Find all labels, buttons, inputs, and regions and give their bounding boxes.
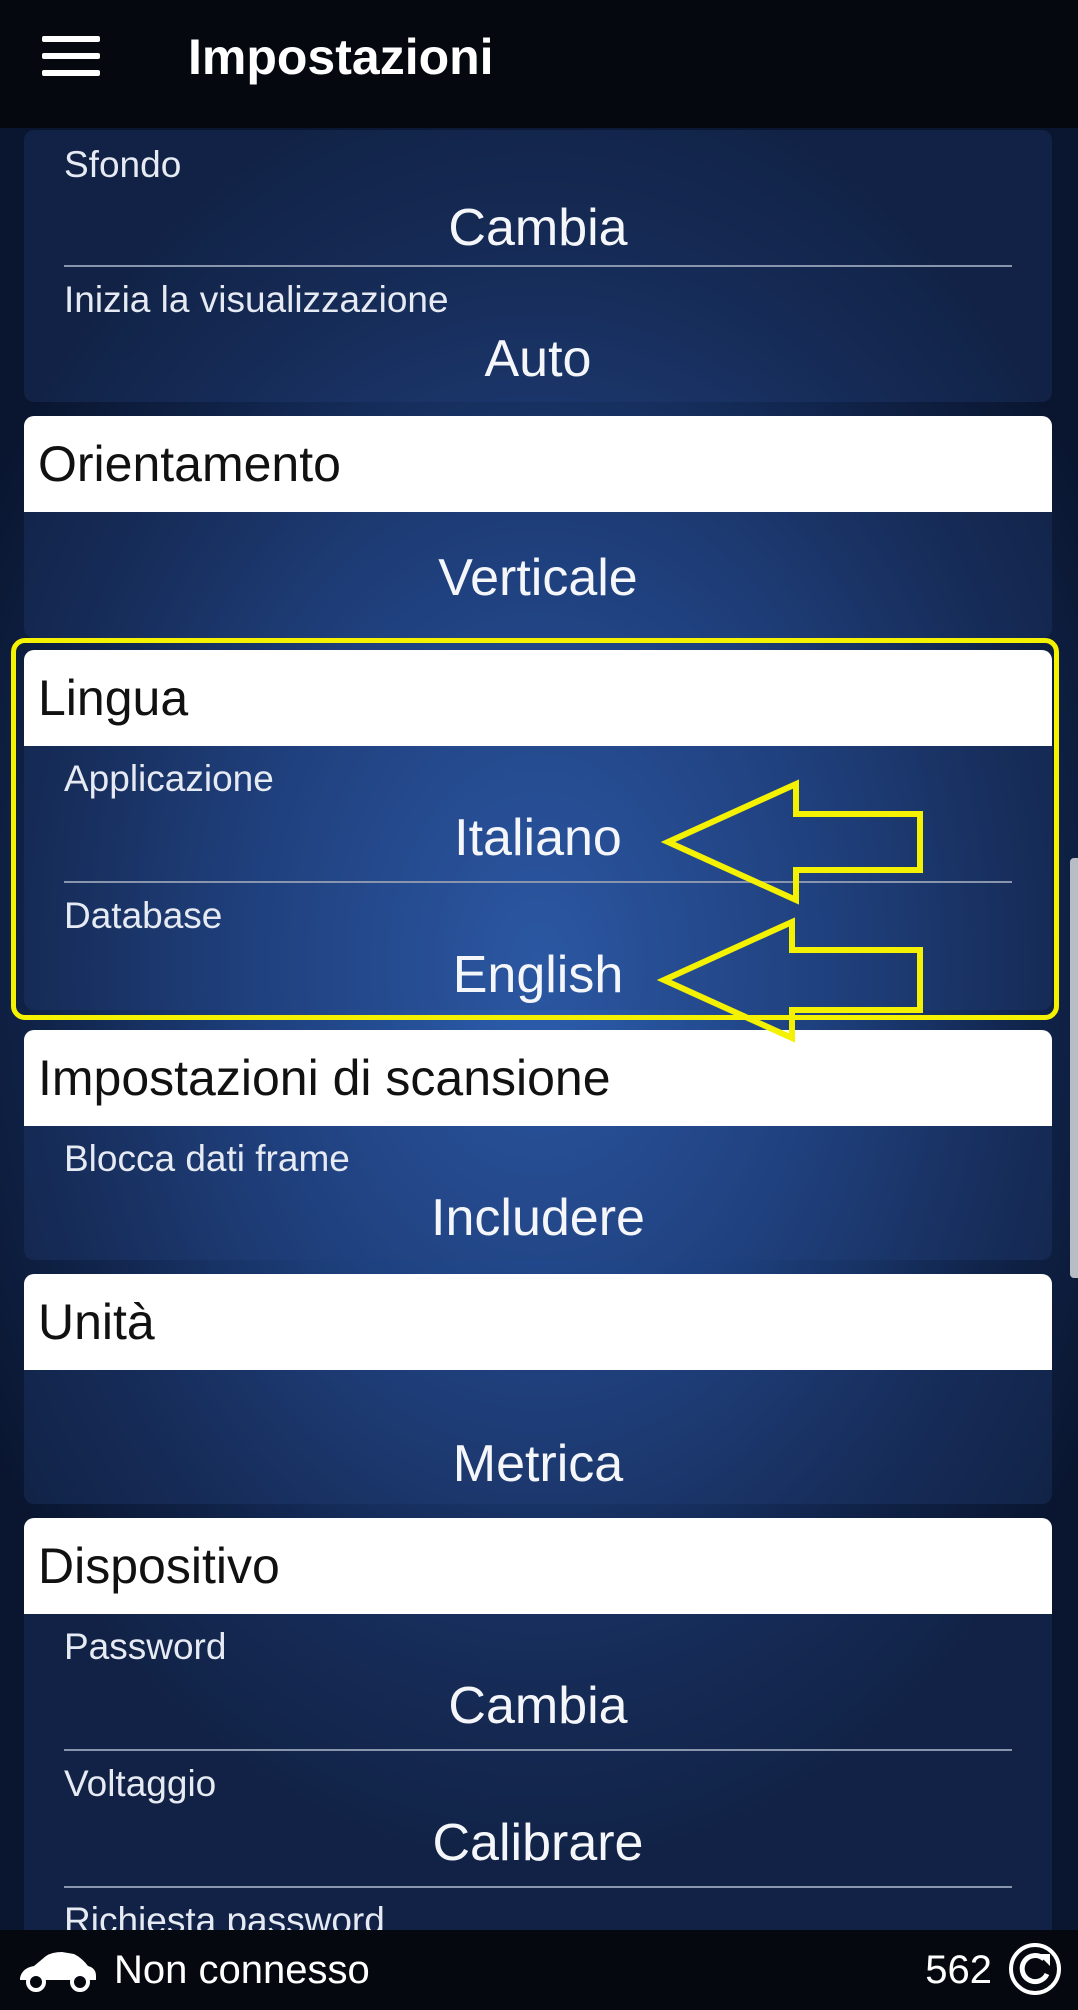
- card-units: Unità Metrica: [24, 1274, 1052, 1504]
- setting-label: Voltaggio: [64, 1763, 217, 1804]
- scrollbar-handle[interactable]: [1070, 858, 1078, 1278]
- setting-row-orientation[interactable]: Verticale: [24, 512, 1052, 638]
- setting-label: Sfondo: [64, 144, 182, 185]
- status-bar: Non connesso 562: [0, 1930, 1078, 2010]
- card-orientation: Orientamento Verticale: [24, 416, 1052, 638]
- setting-row-units[interactable]: Metrica: [24, 1370, 1052, 1504]
- settings-list[interactable]: Sfondo Cambia Inizia la visualizzazione …: [0, 128, 1078, 1930]
- setting-label: Applicazione: [64, 758, 274, 799]
- section-header: Orientamento: [24, 416, 1052, 512]
- setting-value: Italiano: [454, 809, 622, 867]
- page-title: Impostazioni: [188, 29, 494, 85]
- section-header: Dispositivo: [24, 1518, 1052, 1614]
- section-header: Unità: [24, 1274, 1052, 1370]
- setting-row-freeze-frame[interactable]: Blocca dati frame Includere: [24, 1126, 1052, 1260]
- setting-value: Cambia: [448, 1677, 628, 1735]
- setting-value: English: [452, 946, 624, 1004]
- setting-row-background[interactable]: Sfondo Cambia: [24, 130, 1052, 267]
- setting-label: Inizia la visualizzazione: [64, 279, 449, 320]
- setting-value: Auto: [484, 330, 592, 388]
- setting-row-start-view[interactable]: Inizia la visualizzazione Auto: [24, 267, 1052, 402]
- setting-label: Password: [64, 1626, 227, 1667]
- setting-row-app-language[interactable]: Applicazione Italiano: [24, 746, 1052, 883]
- section-header: Lingua: [24, 650, 1052, 746]
- setting-value: Calibrare: [432, 1814, 644, 1872]
- setting-label: Blocca dati frame: [64, 1138, 350, 1179]
- connection-status: Non connesso: [114, 1948, 370, 1992]
- card-language: Lingua Applicazione Italiano Database En…: [24, 650, 1052, 1010]
- counter-value: 562: [925, 1948, 992, 1992]
- setting-value: Verticale: [438, 549, 638, 607]
- card-scan-settings: Impostazioni di scansione Blocca dati fr…: [24, 1030, 1052, 1260]
- setting-row-voltage[interactable]: Voltaggio Calibrare: [24, 1751, 1052, 1888]
- refresh-icon[interactable]: [1008, 1942, 1062, 1996]
- card-display: Sfondo Cambia Inizia la visualizzazione …: [24, 130, 1052, 402]
- section-header: Impostazioni di scansione: [24, 1030, 1052, 1126]
- card-device: Dispositivo Password Cambia Voltaggio Ca…: [24, 1518, 1052, 1930]
- setting-row-password-request[interactable]: Richiesta password: [24, 1888, 1052, 1930]
- setting-label: Database: [64, 895, 223, 936]
- setting-row-database-language[interactable]: Database English: [24, 883, 1052, 1010]
- app-bar: Impostazioni: [0, 0, 1078, 128]
- setting-row-password[interactable]: Password Cambia: [24, 1614, 1052, 1751]
- setting-label: Richiesta password: [64, 1900, 385, 1930]
- hamburger-menu-icon[interactable]: [42, 36, 100, 80]
- car-icon: [20, 1952, 96, 1992]
- setting-value: Includere: [431, 1189, 645, 1247]
- setting-value: Metrica: [452, 1435, 624, 1493]
- setting-value: Cambia: [448, 199, 628, 257]
